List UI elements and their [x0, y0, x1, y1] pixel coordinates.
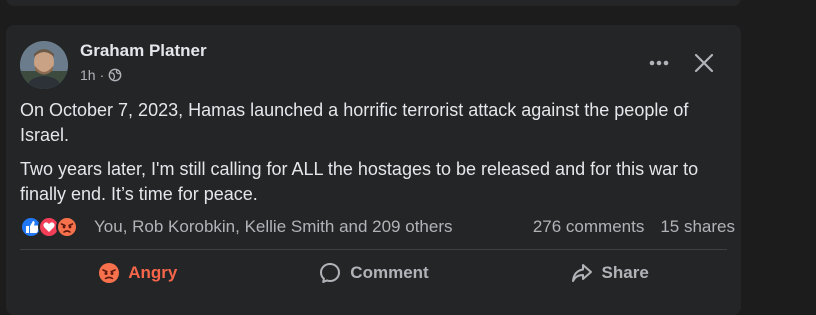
meta-separator: · [99, 67, 105, 83]
post-actions: Angry Comment Share [20, 256, 727, 290]
post-paragraph: Two years later, I'm still calling for A… [20, 159, 699, 204]
reactions-summary: You, Rob Korobkin, Kellie Smith and 209 … [20, 215, 735, 239]
close-icon [694, 53, 714, 73]
comment-label: Comment [350, 263, 429, 282]
globe-icon[interactable] [108, 68, 122, 82]
comment-icon [320, 263, 341, 283]
post-card: Graham Platner 1h · On October 7, 2023, … [6, 25, 741, 315]
share-label: Share [601, 263, 649, 282]
reaction-icons[interactable] [20, 215, 92, 239]
shares-count[interactable]: 15 shares [660, 217, 735, 237]
author-name[interactable]: Graham Platner [80, 41, 207, 61]
angry-icon [99, 263, 120, 283]
comments-count[interactable]: 276 comments [533, 217, 645, 237]
more-options-button[interactable] [645, 49, 673, 77]
author-avatar[interactable] [20, 41, 68, 89]
share-button[interactable]: Share [491, 256, 727, 290]
reaction-label: Angry [128, 263, 178, 282]
share-icon [571, 264, 592, 282]
reaction-names[interactable]: You, Rob Korobkin, Kellie Smith and 209 … [94, 217, 453, 237]
engagement-counts: 276 comments 15 shares [533, 217, 735, 237]
close-post-button[interactable] [690, 49, 718, 77]
actions-divider [20, 249, 727, 250]
post-meta: 1h · [80, 67, 122, 83]
post-time[interactable]: 1h [80, 67, 96, 83]
more-horizontal-icon [649, 60, 669, 66]
previous-post-card [6, 0, 741, 6]
comment-button[interactable]: Comment [256, 256, 492, 290]
angry-icon [56, 216, 78, 238]
post-body: On October 7, 2023, Hamas launched a hor… [20, 98, 735, 216]
post-paragraph: On October 7, 2023, Hamas launched a hor… [20, 100, 689, 145]
avatar-image [20, 41, 68, 89]
reaction-button[interactable]: Angry [20, 256, 256, 290]
